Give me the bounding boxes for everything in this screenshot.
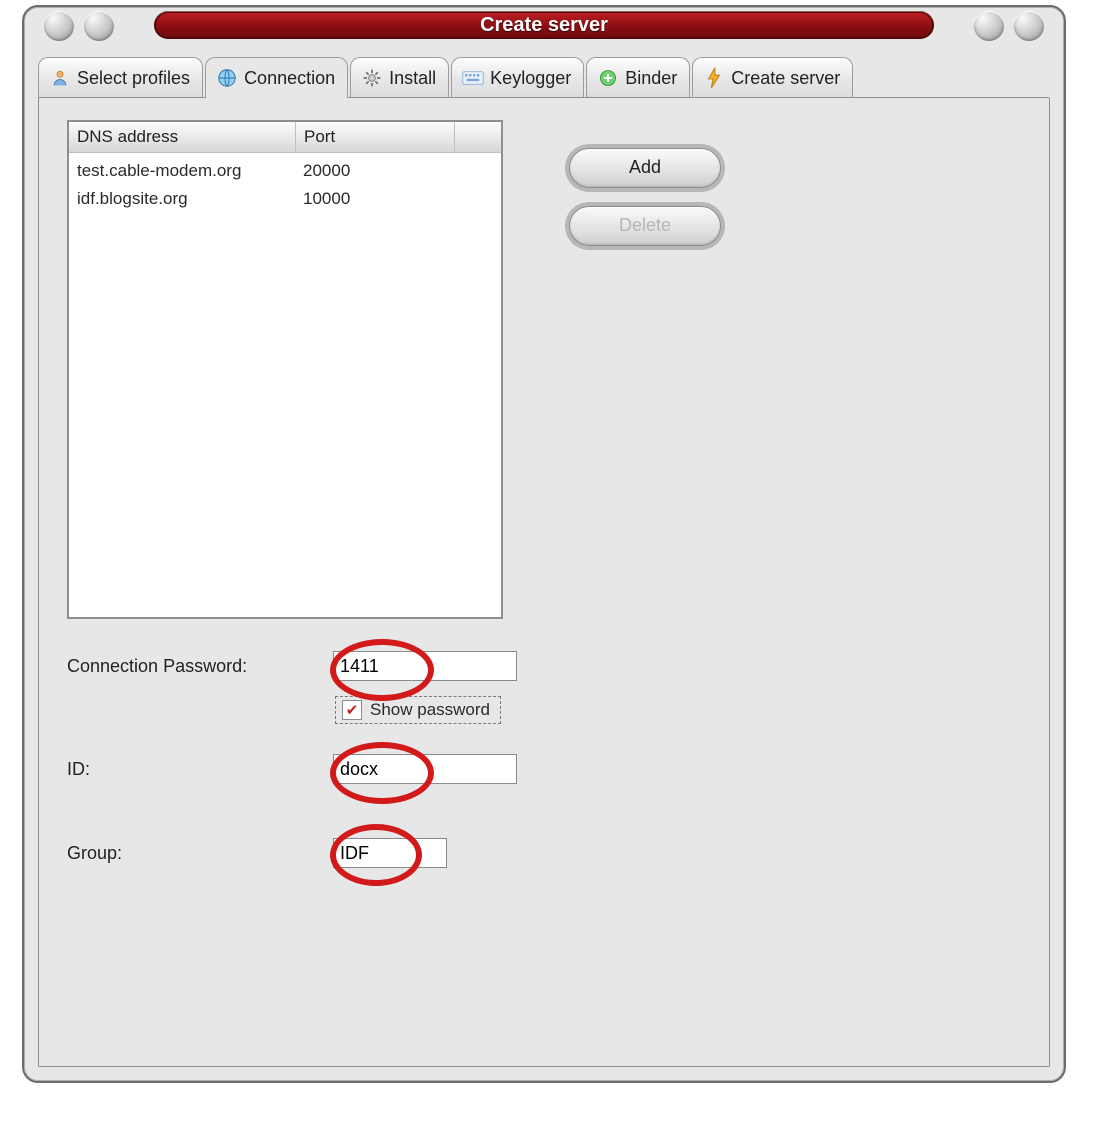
- dns-cell: test.cable-modem.org: [69, 161, 295, 181]
- list-item[interactable]: test.cable-modem.org 20000: [69, 157, 501, 185]
- tab-create-server[interactable]: Create server: [692, 57, 853, 98]
- list-item[interactable]: idf.blogsite.org 10000: [69, 185, 501, 213]
- titlebar-orb: [974, 11, 1004, 41]
- tab-content-connection: DNS address Port test.cable-modem.org 20…: [38, 97, 1050, 1067]
- globe-icon: [216, 67, 238, 89]
- plus-circle-icon: [597, 67, 619, 89]
- check-icon: ✔: [346, 703, 359, 718]
- titlebar-orb: [44, 11, 74, 41]
- tab-label: Keylogger: [490, 68, 571, 89]
- tab-install[interactable]: Install: [350, 57, 449, 98]
- tab-binder[interactable]: Binder: [586, 57, 690, 98]
- show-password-label: Show password: [370, 700, 490, 720]
- checkbox-box: ✔: [342, 700, 362, 720]
- id-label: ID:: [67, 759, 315, 780]
- tab-label: Binder: [625, 68, 677, 89]
- connection-password-label: Connection Password:: [67, 656, 315, 677]
- column-header-spare[interactable]: [455, 122, 501, 152]
- id-input[interactable]: [333, 754, 517, 784]
- column-header-port[interactable]: Port: [296, 122, 455, 152]
- create-server-window: Create server Select profiles Connection…: [22, 5, 1066, 1083]
- listview-header: DNS address Port: [69, 122, 501, 153]
- add-button[interactable]: Add: [569, 148, 721, 188]
- connection-password-input[interactable]: [333, 651, 517, 681]
- tab-label: Create server: [731, 68, 840, 89]
- show-password-row: ✔ Show password: [335, 696, 501, 724]
- titlebar-orb: [84, 11, 114, 41]
- port-cell: 20000: [295, 161, 453, 181]
- titlebar-orb: [1014, 11, 1044, 41]
- group-label: Group:: [67, 843, 315, 864]
- tab-keylogger[interactable]: Keylogger: [451, 57, 584, 98]
- group-row: Group:: [67, 838, 447, 868]
- keyboard-icon: [462, 67, 484, 89]
- dns-listview[interactable]: DNS address Port test.cable-modem.org 20…: [67, 120, 503, 619]
- delete-button: Delete: [569, 206, 721, 246]
- lightning-icon: [703, 67, 725, 89]
- id-row: ID:: [67, 754, 517, 784]
- dns-cell: idf.blogsite.org: [69, 189, 295, 209]
- window-title: Create server: [154, 11, 934, 39]
- tab-strip: Select profiles Connection Install Keylo…: [38, 57, 1050, 99]
- gear-icon: [361, 67, 383, 89]
- tab-label: Install: [389, 68, 436, 89]
- tab-connection[interactable]: Connection: [205, 57, 348, 98]
- tab-label: Connection: [244, 68, 335, 89]
- port-cell: 10000: [295, 189, 453, 209]
- tab-label: Select profiles: [77, 68, 190, 89]
- group-input[interactable]: [333, 838, 447, 868]
- show-password-checkbox[interactable]: ✔ Show password: [335, 696, 501, 724]
- connection-password-row: Connection Password:: [67, 651, 517, 681]
- tab-select-profiles[interactable]: Select profiles: [38, 57, 203, 98]
- listview-body: test.cable-modem.org 20000 idf.blogsite.…: [69, 153, 501, 213]
- column-header-dns[interactable]: DNS address: [69, 122, 296, 152]
- person-icon: [49, 67, 71, 89]
- titlebar: Create server: [24, 7, 1064, 51]
